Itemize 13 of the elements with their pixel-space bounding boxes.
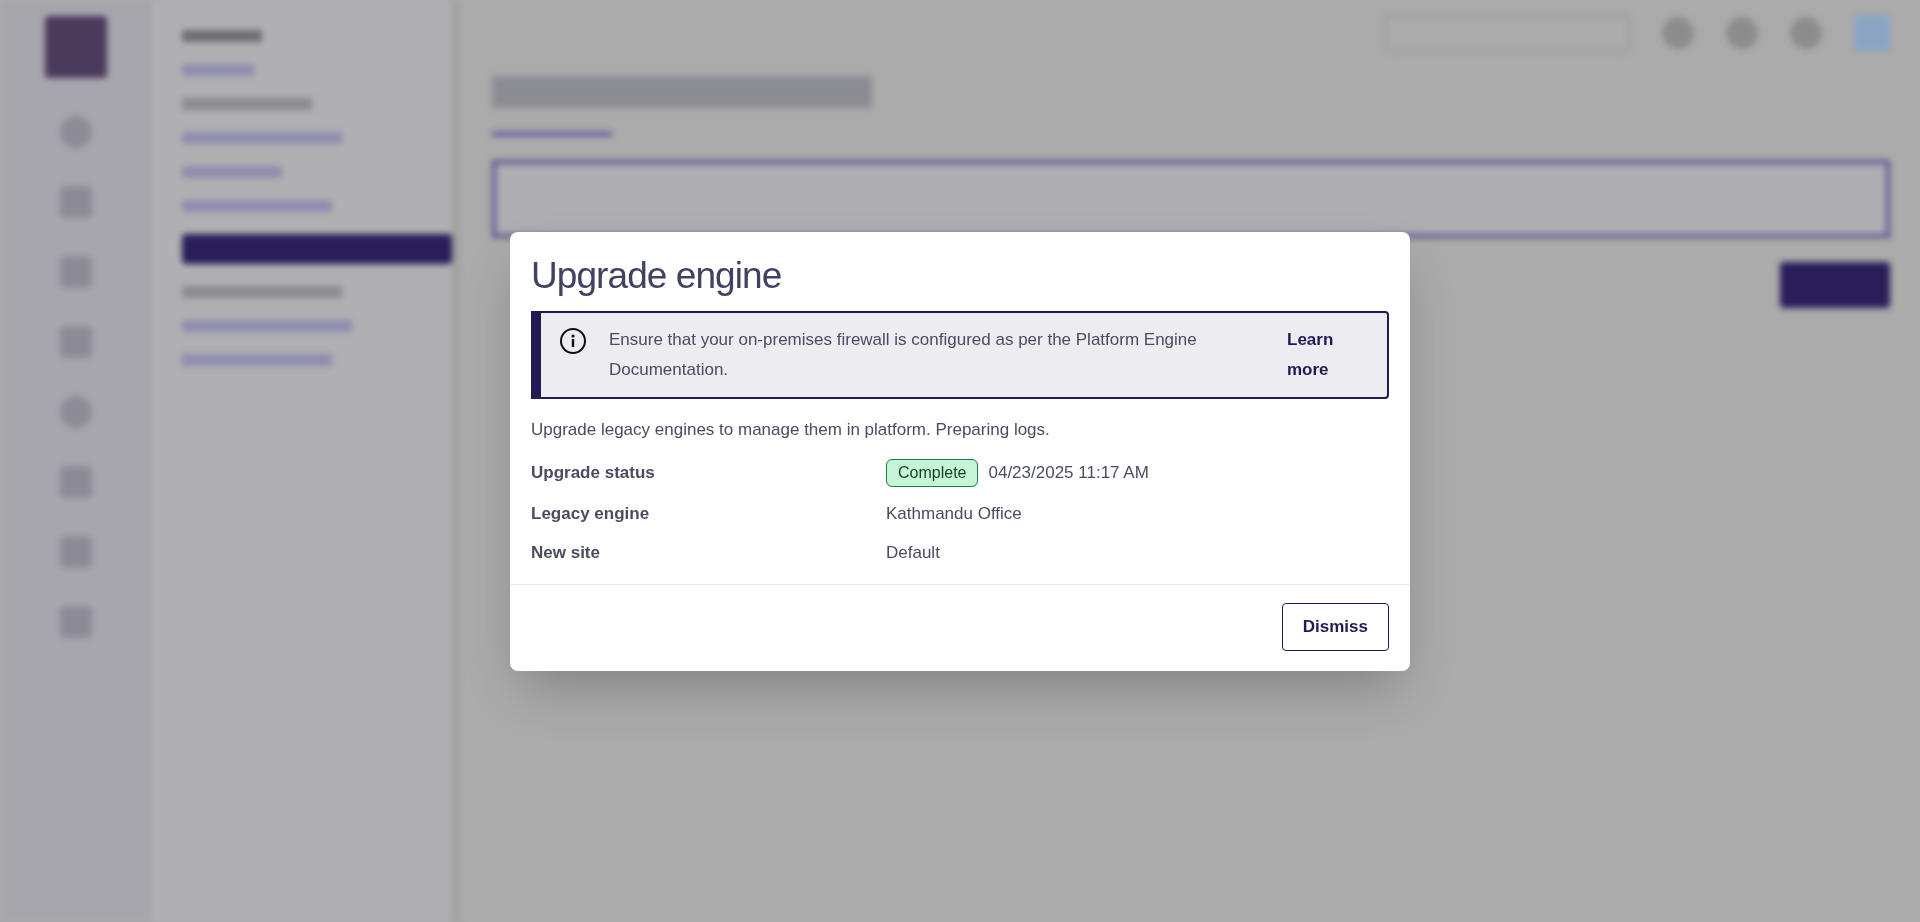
banner-message: Ensure that your on-premises firewall is configured as per the Platform Engine Documentation. xyxy=(609,329,1198,382)
detail-label: New site xyxy=(531,542,601,565)
info-icon xyxy=(559,327,587,356)
detail-label: Legacy engine xyxy=(531,502,651,525)
dismiss-button[interactable]: Dismiss xyxy=(1281,602,1389,651)
learn-more-link[interactable]: Learn more xyxy=(1287,325,1357,386)
detail-label: Upgrade status xyxy=(531,462,656,485)
dialog-title: Upgrade engine xyxy=(531,254,783,298)
description-text: Upgrade legacy engines to manage them in platform. Preparing logs. xyxy=(531,419,1051,442)
detail-value: Kathmandu Office xyxy=(886,502,1022,525)
status-badge: Complete xyxy=(886,458,979,487)
detail-value: 04/23/2025 11:17 AM xyxy=(988,462,1149,485)
detail-value: Default xyxy=(886,542,940,565)
